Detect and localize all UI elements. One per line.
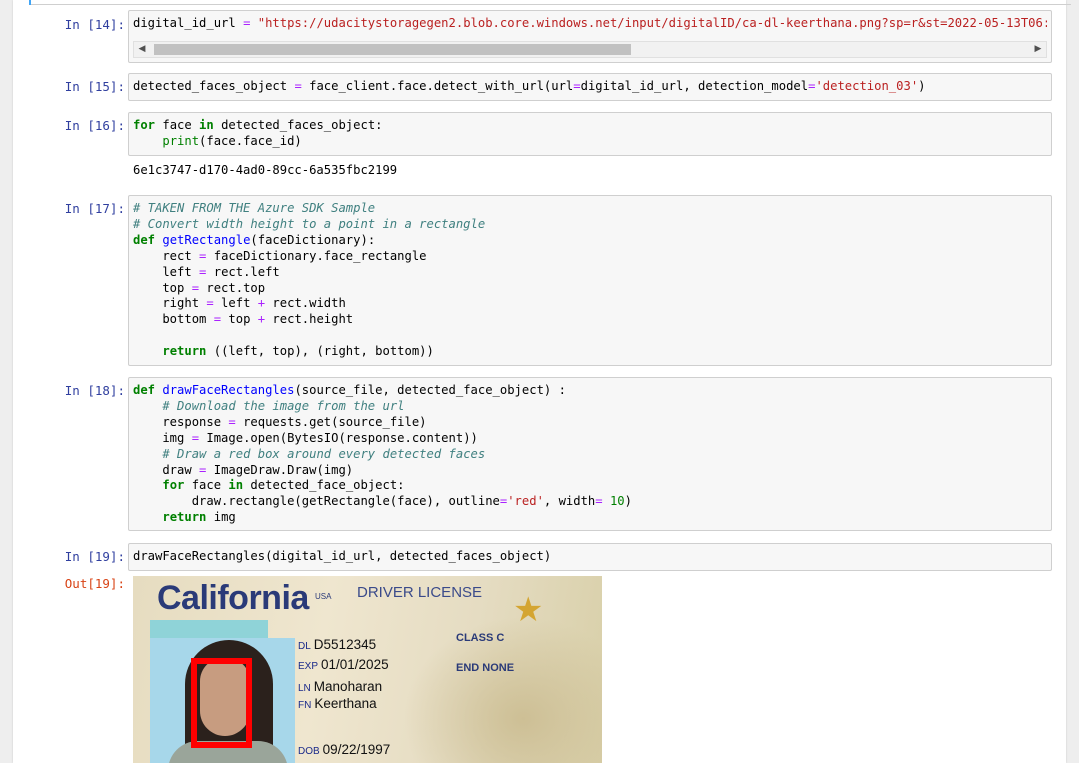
bear-star-icon: ★	[513, 591, 544, 629]
scroll-right-icon[interactable]: ▶	[1030, 42, 1046, 57]
previous-cell-border	[29, 0, 1071, 5]
input-prompt: In [15]:	[64, 79, 125, 94]
code-text: digital_id_url = "https://udacitystorage…	[133, 16, 1047, 30]
license-doc-type: DRIVER LICENSE	[357, 584, 483, 601]
code-input[interactable]: drawFaceRectangles(digital_id_url, detec…	[128, 543, 1052, 571]
input-prompt: In [14]:	[64, 17, 125, 32]
code-text: # TAKEN FROM THE Azure SDK Sample # Conv…	[133, 201, 486, 359]
code-input[interactable]: def drawFaceRectangles(source_file, dete…	[128, 377, 1052, 531]
input-prompt: In [16]:	[64, 118, 125, 133]
license-ln-field: LN Manoharan	[298, 679, 383, 694]
code-text: detected_faces_object = face_client.face…	[133, 79, 926, 93]
license-state: California	[157, 579, 309, 617]
input-prompt: In [18]:	[64, 383, 125, 398]
scroll-left-icon[interactable]: ◀	[134, 42, 150, 57]
code-input[interactable]: # TAKEN FROM THE Azure SDK Sample # Conv…	[128, 195, 1052, 366]
photo-header-bar	[150, 620, 268, 638]
cell-output: 6e1c3747-d170-4ad0-89cc-6a535fbc2199	[133, 163, 398, 177]
code-input[interactable]: for face in detected_faces_object: print…	[128, 112, 1052, 156]
code-input[interactable]: digital_id_url = "https://udacitystorage…	[128, 10, 1052, 63]
license-image-output: ★ California USA DRIVER LICENSE DL D55123…	[133, 576, 602, 763]
notebook-container: In [14]: digital_id_url = "https://udaci…	[13, 0, 1071, 763]
code-input[interactable]: detected_faces_object = face_client.face…	[128, 73, 1052, 101]
detected-face-rectangle	[191, 658, 252, 748]
license-dl-field: DL D5512345	[298, 637, 377, 652]
license-class: CLASS C	[456, 632, 505, 644]
input-prompt: In [17]:	[64, 201, 125, 216]
license-usa: USA	[315, 592, 332, 601]
license-endorsements: END NONE	[456, 662, 515, 674]
output-prompt: Out[19]:	[64, 576, 125, 591]
license-fn-field: FN Keerthana	[298, 696, 377, 711]
input-prompt: In [19]:	[64, 549, 125, 564]
code-text: for face in detected_faces_object: print…	[133, 118, 383, 148]
horizontal-scrollbar[interactable]: ◀ ▶	[133, 41, 1047, 58]
license-dob-field: DOB 09/22/1997	[298, 742, 391, 757]
scrollbar-thumb[interactable]	[154, 44, 631, 55]
code-text: drawFaceRectangles(digital_id_url, detec…	[133, 549, 552, 563]
code-text: def drawFaceRectangles(source_file, dete…	[133, 383, 632, 525]
license-exp-field: EXP 01/01/2025	[298, 657, 389, 672]
